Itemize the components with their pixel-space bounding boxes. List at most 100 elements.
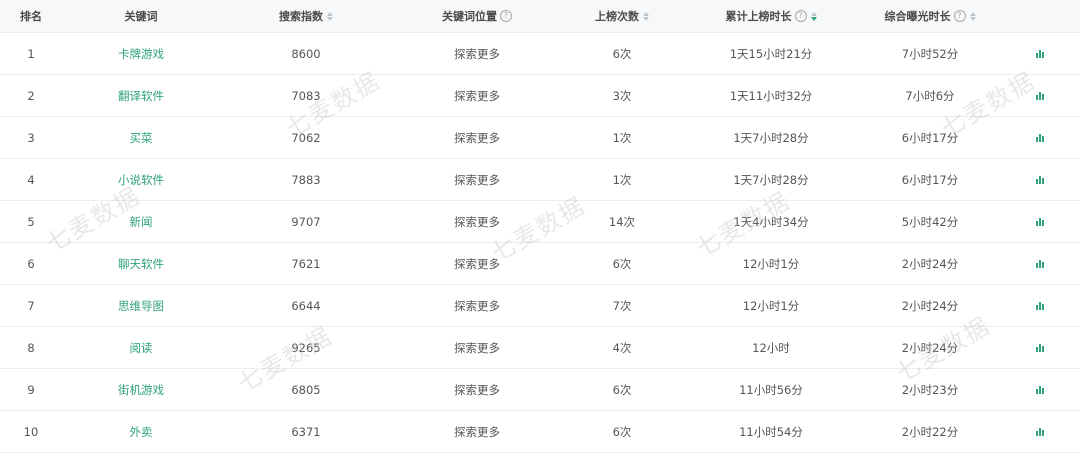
keyword-position-cell: 探索更多 [392,130,562,146]
trend-action-cell[interactable] [1000,91,1080,100]
table-row: 6 聊天软件 7621 探索更多 6次 12小时1分 2小时24分 [0,243,1080,285]
rank-count-value: 6次 [612,256,632,271]
keyword-cell[interactable]: 新闻 [62,214,220,230]
keyword-position-cell: 探索更多 [392,382,562,398]
search-index-value: 7083 [291,88,321,103]
rank-value: 6 [27,256,35,271]
rank-count-value: 3次 [612,88,632,103]
trend-action-cell[interactable] [1000,301,1080,310]
rank-count-value: 6次 [612,46,632,61]
rank-cell: 1 [0,47,62,61]
exposure-duration-cell: 6小时17分 [860,130,1000,146]
total-duration-value: 12小时1分 [742,298,800,313]
keyword-cell[interactable]: 小说软件 [62,172,220,188]
header-exposure-duration-label: 综合曝光时长 [884,10,951,23]
header-total-duration[interactable]: 累计上榜时长 ? [682,8,860,24]
exposure-duration-value: 6小时17分 [901,130,959,145]
search-index-cell: 7883 [220,173,392,187]
sort-caret-icon[interactable] [969,11,976,21]
keyword-cell[interactable]: 街机游戏 [62,382,220,398]
keyword-cell[interactable]: 买菜 [62,130,220,146]
bar-chart-icon[interactable] [1036,343,1044,352]
trend-action-cell[interactable] [1000,49,1080,58]
table-body: 1 卡牌游戏 8600 探索更多 6次 1天15小时21分 7小时52分 2 翻译软件 7083 探… [0,33,1080,453]
keyword-cell[interactable]: 思维导图 [62,298,220,314]
bar-chart-icon[interactable] [1036,217,1044,226]
keyword-position-cell: 探索更多 [392,214,562,230]
keyword-cell[interactable]: 卡牌游戏 [62,46,220,62]
keyword-cell[interactable]: 聊天软件 [62,256,220,272]
sort-caret-icon[interactable] [327,11,333,21]
question-circle-icon[interactable]: ? [953,10,966,22]
total-duration-cell: 1天4小时34分 [682,214,860,230]
header-rank-count[interactable]: 上榜次数 [562,8,682,24]
keyword-cell[interactable]: 翻译软件 [62,88,220,104]
bar-chart-icon[interactable] [1036,175,1044,184]
keyword-cell[interactable]: 阅读 [62,340,220,356]
trend-action-cell[interactable] [1000,259,1080,268]
keyword-position-value: 探索更多 [454,130,500,145]
rank-value: 5 [27,214,35,229]
header-keyword-position-label: 关键词位置 [442,10,497,23]
rank-count-value: 7次 [612,298,632,313]
bar-chart-icon[interactable] [1036,259,1044,268]
rank-value: 2 [27,88,35,103]
bar-chart-icon[interactable] [1036,385,1044,394]
total-duration-cell: 12小时 [682,340,860,356]
rank-count-value: 1次 [612,130,632,145]
keyword-link[interactable]: 聊天软件 [118,256,164,272]
trend-action-cell[interactable] [1000,343,1080,352]
keyword-link[interactable]: 翻译软件 [118,88,164,104]
keyword-link[interactable]: 小说软件 [118,172,164,188]
trend-action-cell[interactable] [1000,427,1080,436]
bar-chart-icon[interactable] [1036,49,1044,58]
header-search-index[interactable]: 搜索指数 [220,8,392,24]
keyword-link[interactable]: 外卖 [130,424,153,440]
keyword-link[interactable]: 卡牌游戏 [118,46,164,62]
trend-action-cell[interactable] [1000,217,1080,226]
trend-action-cell[interactable] [1000,175,1080,184]
bar-chart-icon[interactable] [1036,427,1044,436]
exposure-duration-cell: 2小时24分 [860,256,1000,272]
keyword-link[interactable]: 买菜 [130,130,153,146]
bar-chart-icon[interactable] [1036,301,1044,310]
trend-action-cell[interactable] [1000,385,1080,394]
rank-count-value: 6次 [612,424,632,439]
question-circle-icon[interactable]: ? [500,10,512,22]
exposure-duration-cell: 5小时42分 [860,214,1000,230]
sort-caret-icon[interactable] [643,11,649,21]
header-keyword-position: 关键词位置 ? [392,8,562,24]
rank-count-cell: 4次 [562,340,682,356]
keyword-link[interactable]: 阅读 [130,340,153,356]
header-keyword-label: 关键词 [124,10,158,23]
rank-cell: 3 [0,131,62,145]
header-exposure-duration[interactable]: 综合曝光时长 ? [860,8,1000,24]
table-row: 2 翻译软件 7083 探索更多 3次 1天11小时32分 7小时6分 [0,75,1080,117]
exposure-duration-cell: 6小时17分 [860,172,1000,188]
rank-value: 9 [27,382,35,397]
search-index-value: 9265 [291,340,321,355]
exposure-duration-cell: 7小时52分 [860,46,1000,62]
keyword-cell[interactable]: 外卖 [62,424,220,440]
keyword-link[interactable]: 街机游戏 [118,382,164,398]
header-total-duration-label: 累计上榜时长 [725,10,792,23]
header-keyword: 关键词 [62,8,220,24]
keyword-link[interactable]: 思维导图 [118,298,164,314]
keyword-position-cell: 探索更多 [392,340,562,356]
table-row: 10 外卖 6371 探索更多 6次 11小时54分 2小时22分 [0,411,1080,453]
header-rank-count-label: 上榜次数 [595,10,639,23]
bar-chart-icon[interactable] [1036,133,1044,142]
question-circle-icon[interactable]: ? [794,10,807,22]
sort-caret-icon[interactable] [810,11,817,21]
exposure-duration-value: 7小时52分 [901,46,959,61]
total-duration-value: 11小时56分 [739,382,803,397]
total-duration-value: 1天11小时32分 [729,88,813,103]
keyword-link[interactable]: 新闻 [130,214,153,230]
search-index-cell: 6371 [220,425,392,439]
rank-cell: 4 [0,173,62,187]
exposure-duration-cell: 7小时6分 [860,88,1000,104]
rank-count-cell: 7次 [562,298,682,314]
trend-action-cell[interactable] [1000,133,1080,142]
exposure-duration-value: 2小时22分 [901,424,959,439]
bar-chart-icon[interactable] [1036,91,1044,100]
